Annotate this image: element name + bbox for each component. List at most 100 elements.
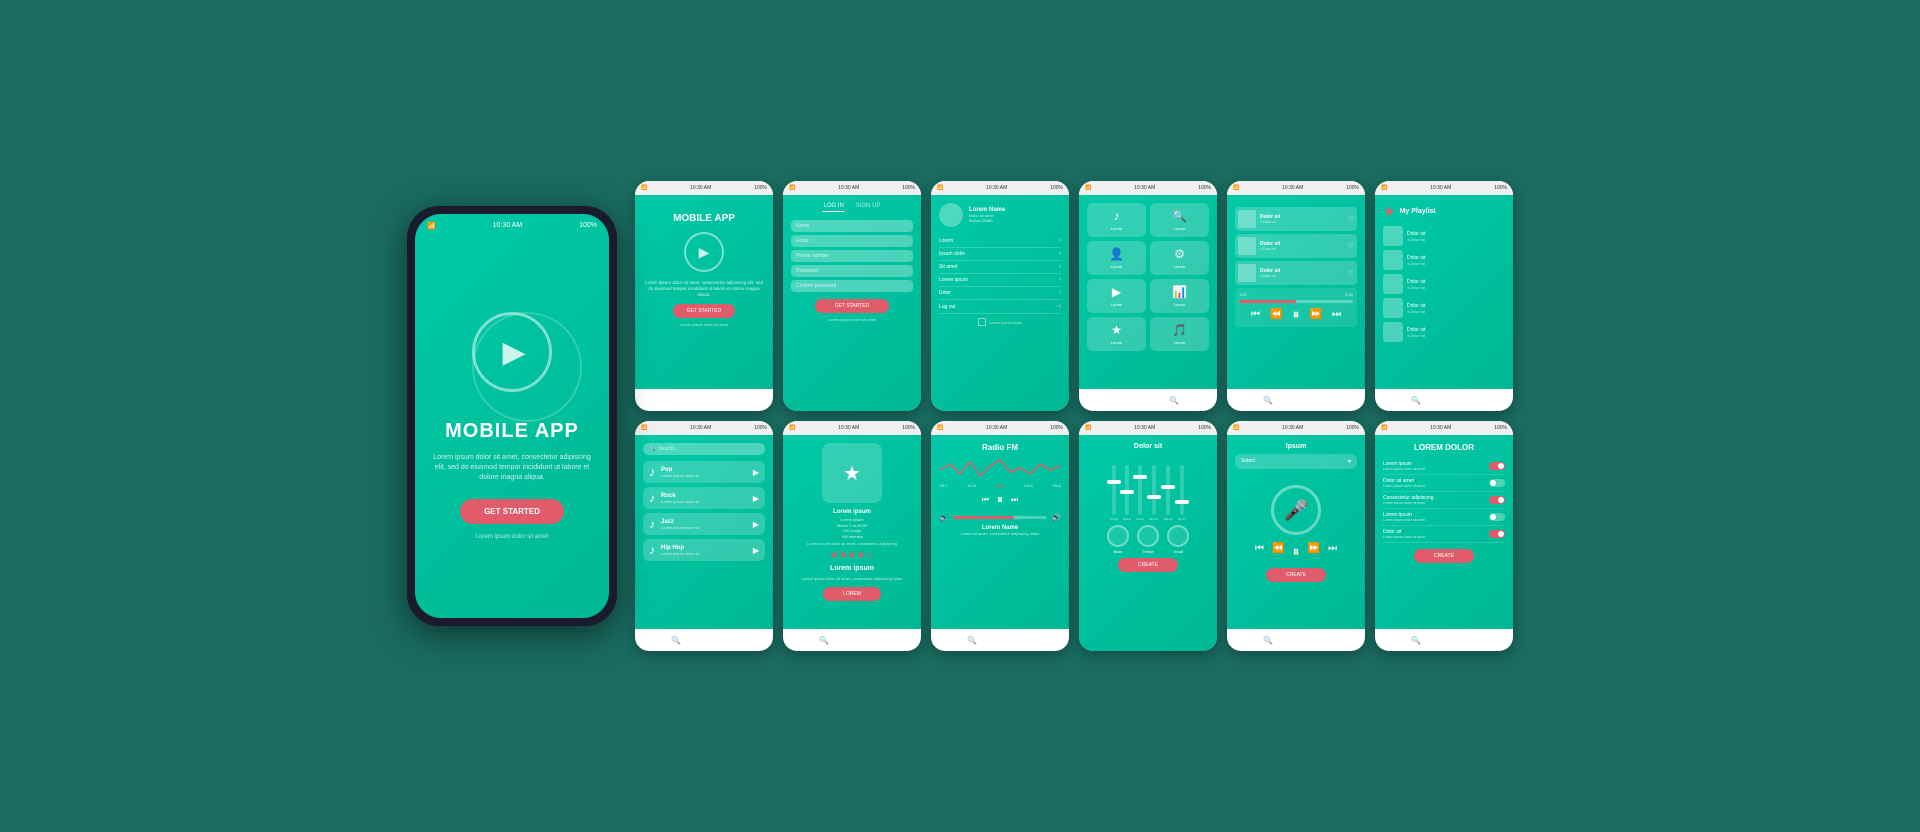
s10-track-2[interactable] <box>1125 465 1129 515</box>
s5-heart-2[interactable]: ♡ <box>1348 242 1354 250</box>
s10-track-6[interactable] <box>1180 465 1184 515</box>
s9-nav-music[interactable]: ♪ <box>998 636 1002 645</box>
s3-menu-1[interactable]: Lorem › <box>939 235 1061 248</box>
play-button-large[interactable] <box>472 312 552 392</box>
s6-nav-music[interactable]: ♪ <box>1442 396 1446 405</box>
s6-item-1[interactable]: Dolor sit 4 Dolor sit <box>1383 226 1505 246</box>
s5-nav-list[interactable]: ☰ <box>1319 396 1326 405</box>
s12-toggle-1[interactable] <box>1489 462 1505 470</box>
s5-forward-btn[interactable]: ⏩ <box>1310 309 1322 320</box>
s4-star[interactable]: ★ Lorem <box>1087 317 1146 351</box>
s2-name-input[interactable] <box>791 220 913 232</box>
s12-nav-search[interactable]: 🔍 <box>1411 636 1421 645</box>
s5-heart-1[interactable]: ♡ <box>1348 215 1354 223</box>
s10-track-3[interactable] <box>1138 465 1142 515</box>
s10-track-1[interactable] <box>1112 465 1116 515</box>
s6-item-4[interactable]: Dolor sit 4 Dolor sit <box>1383 298 1505 318</box>
s6-nav-list[interactable]: ☰ <box>1467 396 1474 405</box>
s4-note[interactable]: 🎵 Lorem <box>1150 317 1209 351</box>
s4-nav-search[interactable]: 🔍 <box>1169 396 1179 405</box>
s5-item-1[interactable]: Dolor sit 4 Dolor sit ♡ <box>1235 207 1357 231</box>
s10-knob-vocal-dial[interactable] <box>1167 525 1189 547</box>
nav-settings[interactable]: ⚙ <box>755 396 762 405</box>
s7-nav-home[interactable]: ⌂ <box>645 636 650 645</box>
s11-forward-btn[interactable]: ⏩ <box>1308 543 1320 560</box>
s4-nav-list[interactable]: ☰ <box>1141 396 1148 405</box>
s8-nav-search[interactable]: 🔍 <box>819 636 829 645</box>
s6-item-3[interactable]: Dolor sit 4 Dolor sit <box>1383 274 1505 294</box>
s6-item-5[interactable]: Dolor sit 4 Dolor sit <box>1383 322 1505 342</box>
s8-nav-settings[interactable]: ⚙ <box>903 636 910 645</box>
s2-login-tab[interactable]: LOG IN <box>823 203 843 212</box>
s11-nav-home[interactable]: ⌂ <box>1237 636 1242 645</box>
s9-nav-search[interactable]: 🔍 <box>967 636 977 645</box>
nav-list[interactable]: ☰ <box>726 396 733 405</box>
s7-nav-music[interactable]: ♪ <box>702 636 706 645</box>
s10-knob-treble-dial[interactable] <box>1137 525 1159 547</box>
get-started-button-large[interactable]: GET STARTED <box>460 499 564 524</box>
s12-nav-settings[interactable]: ⚙ <box>1495 636 1502 645</box>
s11-mic-circle[interactable]: 🎤 <box>1271 485 1321 535</box>
s7-jazz-play[interactable]: ▶ <box>753 520 759 529</box>
s9-prev[interactable]: ⏮ <box>982 495 989 505</box>
s2-email-input[interactable] <box>791 235 913 247</box>
s7-nav-list[interactable]: ☰ <box>727 636 734 645</box>
s10-create-btn[interactable]: CREATE <box>1118 558 1178 572</box>
s6-nav-home[interactable]: ⌂ <box>1385 396 1390 405</box>
s3-menu-4[interactable]: Lorem ipsum › <box>939 274 1061 287</box>
nav-music[interactable]: ♪ <box>701 396 705 405</box>
s4-chart[interactable]: 📊 Lorem <box>1150 279 1209 313</box>
s5-pause-btn[interactable]: ⏸ <box>1293 306 1300 323</box>
s10-track-5[interactable] <box>1166 465 1170 515</box>
s5-rewind-btn[interactable]: ⏪ <box>1270 309 1282 320</box>
s3-logout[interactable]: Log out ⊣ <box>939 300 1061 314</box>
s5-nav-settings[interactable]: ⚙ <box>1347 396 1354 405</box>
s8-nav-home[interactable]: ⌂ <box>793 636 798 645</box>
s2-phone-input[interactable] <box>791 250 913 262</box>
s11-nav-search[interactable]: 🔍 <box>1263 636 1273 645</box>
s10-track-4[interactable] <box>1152 465 1156 515</box>
s3-checkbox[interactable] <box>978 318 986 326</box>
s4-search[interactable]: 🔍 Lorem <box>1150 203 1209 237</box>
s11-nav-list[interactable]: ☰ <box>1319 636 1326 645</box>
s12-toggle-4[interactable] <box>1489 513 1505 521</box>
s2-confirm-input[interactable] <box>791 280 913 292</box>
s11-next-btn[interactable]: ⏭ <box>1328 543 1337 560</box>
s2-signup-tab[interactable]: SIGN UP <box>856 203 881 212</box>
s12-toggle-5[interactable] <box>1489 530 1505 538</box>
s11-prev-btn[interactable]: ⏮ <box>1255 543 1264 560</box>
s6-item-2[interactable]: Dolor sit 4 Dolor sit <box>1383 250 1505 270</box>
s11-dropdown[interactable]: Select ▾ <box>1235 454 1357 469</box>
s12-nav-home[interactable]: ⌂ <box>1385 636 1390 645</box>
s7-pop-play[interactable]: ▶ <box>753 468 759 477</box>
s5-nav-music[interactable]: ♪ <box>1294 396 1298 405</box>
s1-play-icon[interactable] <box>684 232 724 272</box>
s4-music[interactable]: ♪ Lorem <box>1087 203 1146 237</box>
s12-create-btn[interactable]: CREATE <box>1414 549 1474 563</box>
s5-item-2[interactable]: Dolor sit 4 Dolor sit ♡ <box>1235 234 1357 258</box>
s12-toggle-2[interactable] <box>1489 479 1505 487</box>
s11-nav-settings[interactable]: ⚙ <box>1347 636 1354 645</box>
s6-nav-settings[interactable]: ⚙ <box>1495 396 1502 405</box>
nav-search[interactable]: ⊕ <box>672 396 679 405</box>
s3-menu-5[interactable]: Dolor › <box>939 287 1061 300</box>
s9-play-pause[interactable]: ⏸ <box>997 492 1003 507</box>
s8-lorem-btn[interactable]: LOREM <box>823 587 881 601</box>
s5-heart-3[interactable]: ♡ <box>1348 269 1354 277</box>
s7-search-bar[interactable]: 🔍 Search... <box>643 443 765 455</box>
s11-pause-btn[interactable]: ⏸ <box>1293 543 1300 560</box>
s11-nav-music[interactable]: ♪ <box>1294 636 1298 645</box>
s9-nav-settings[interactable]: ⚙ <box>1051 636 1058 645</box>
s5-prev-btn[interactable]: ⏮ <box>1251 309 1260 320</box>
s4-nav-music[interactable]: ♪ <box>1117 396 1121 405</box>
s4-settings[interactable]: ⚙ Lorem <box>1150 241 1209 275</box>
s5-seek-bar[interactable] <box>1239 300 1353 303</box>
s2-password-input[interactable] <box>791 265 913 277</box>
s4-nav-settings[interactable]: ⚙ <box>1200 396 1207 405</box>
s6-nav-search[interactable]: 🔍 <box>1411 396 1421 405</box>
s5-nav-home[interactable]: ⌂ <box>1237 396 1242 405</box>
s11-rewind-btn[interactable]: ⏪ <box>1272 543 1284 560</box>
s4-user[interactable]: 👤 Lorem <box>1087 241 1146 275</box>
s1-get-started[interactable]: GET STARTED <box>673 304 735 318</box>
s9-next[interactable]: ⏭ <box>1011 495 1018 505</box>
